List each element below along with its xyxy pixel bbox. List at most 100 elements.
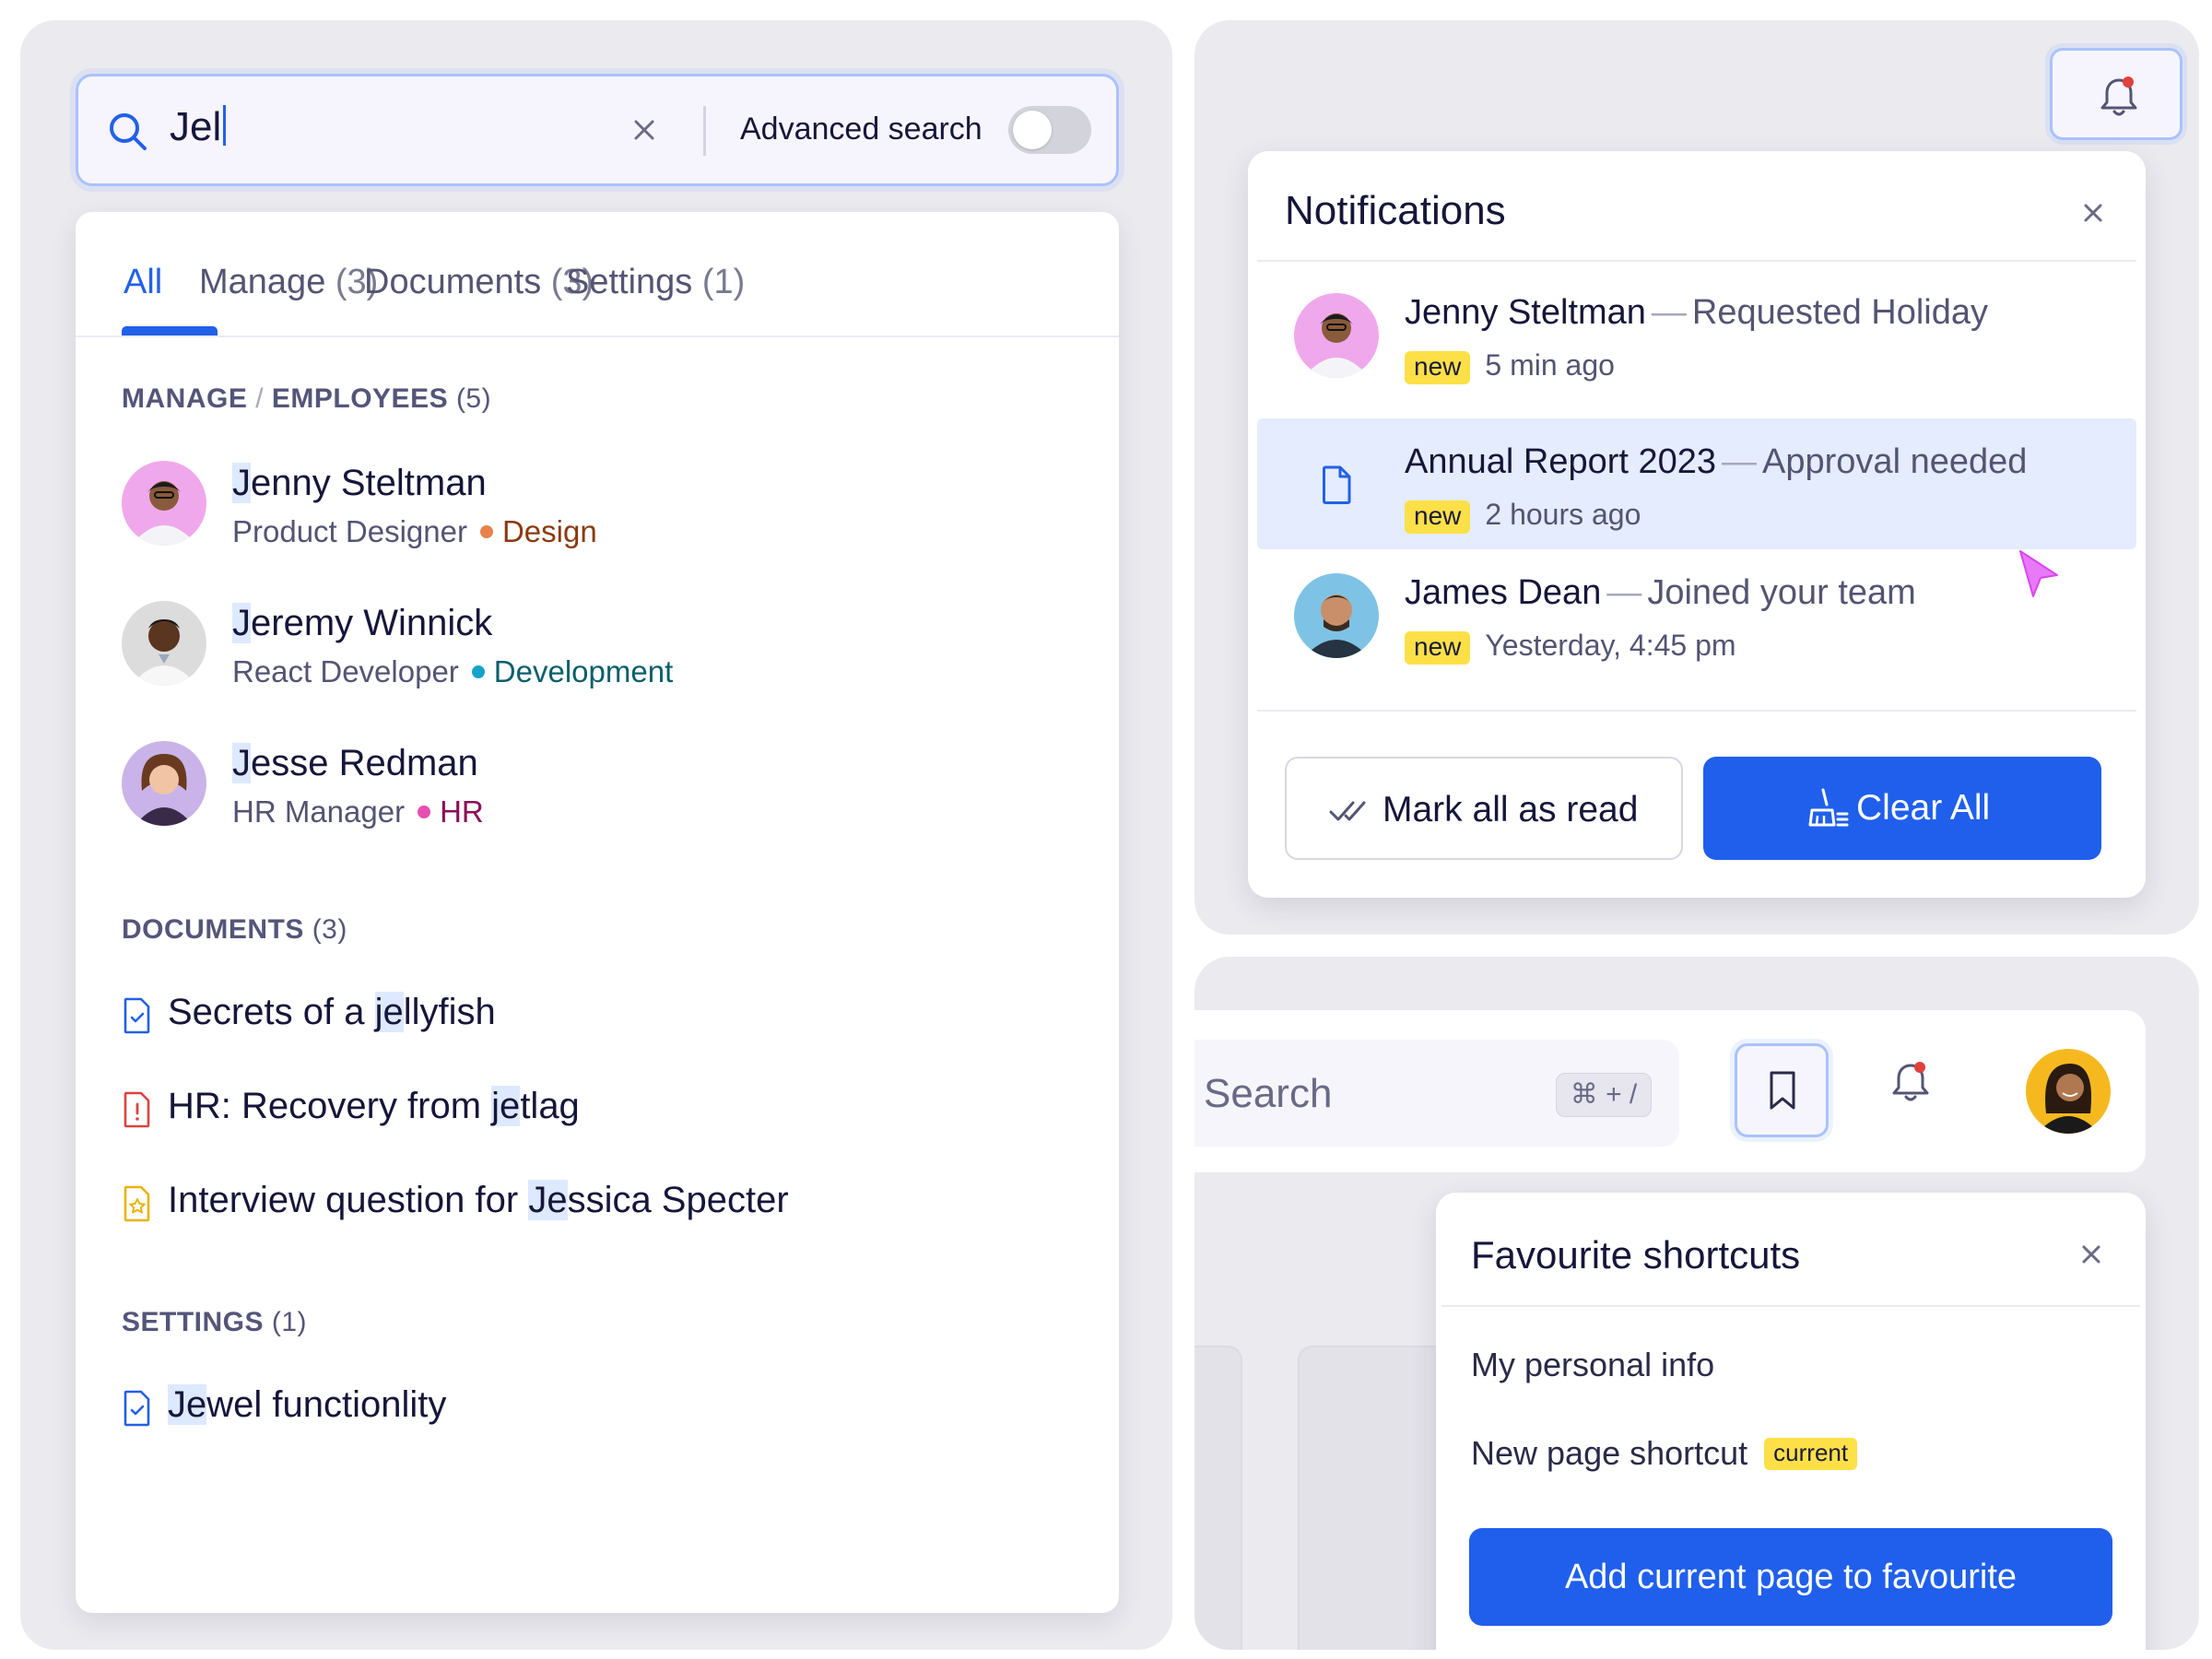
background-card	[1194, 1346, 1242, 1650]
tab-all[interactable]: All	[124, 263, 162, 302]
search-icon	[110, 113, 147, 150]
top-bar: Search ⌘ + /	[1194, 1010, 2146, 1172]
mark-all-read-button[interactable]: Mark all as read	[1285, 757, 1683, 860]
notifications-panel: Notifications Jenny Steltman — Requested H…	[1194, 20, 2199, 935]
clear-all-button[interactable]: Clear All	[1703, 757, 2101, 860]
employee-role: HR Manager HR	[232, 794, 484, 829]
employee-name: Jenny Steltman	[232, 463, 487, 503]
mouse-cursor-icon	[2019, 550, 2058, 597]
background-card	[1298, 1346, 1445, 1650]
new-badge: new	[1405, 351, 1471, 384]
search-placeholder: Search	[1204, 1071, 1333, 1116]
toggle-knob	[1013, 111, 1052, 149]
new-badge: new	[1405, 631, 1471, 665]
document-result[interactable]: HR: Recovery from jetlag	[124, 1086, 1045, 1141]
tab-manage[interactable]: Manage (3)	[199, 263, 378, 302]
search-input[interactable]: Jel	[170, 104, 227, 150]
employee-role: Product Designer Design	[232, 514, 597, 548]
document-name: Secrets of a jellyfish	[168, 992, 496, 1032]
doc-check-icon	[124, 997, 150, 1034]
employee-result[interactable]: Jesse Redman HR Manager HR	[122, 741, 951, 842]
avatar	[122, 601, 206, 686]
employee-result[interactable]: Jeremy Winnick React Developer Developmen…	[122, 601, 951, 702]
avatar	[1294, 293, 1379, 378]
favourites-button[interactable]	[1735, 1043, 1829, 1137]
settings-name: Jewel functionlity	[168, 1384, 447, 1425]
favourite-item[interactable]: New page shortcut current	[1471, 1434, 1858, 1473]
notification-title: Annual Report 2023— Approval needed	[1405, 442, 2028, 481]
favourite-shortcuts-dropdown: Favourite shortcuts My personal info New…	[1436, 1193, 2146, 1650]
broom-icon	[1808, 788, 1849, 827]
favourites-title: Favourite shortcuts	[1471, 1233, 1801, 1277]
advanced-search-toggle[interactable]	[1008, 106, 1091, 154]
button-label: Add current page to favourite	[1564, 1558, 2018, 1596]
doc-check-icon	[124, 1390, 150, 1427]
button-label: Mark all as read	[1382, 790, 1639, 830]
document-icon	[1323, 465, 1351, 504]
notification-time: Yesterday, 4:45 pm	[1485, 629, 1736, 662]
user-avatar[interactable]	[2026, 1049, 2111, 1134]
notification-item[interactable]: Jenny Steltman — Requested Holiday new 5 mi…	[1257, 269, 2136, 400]
employee-name: Jeremy Winnick	[232, 603, 493, 643]
close-icon[interactable]	[2079, 199, 2107, 227]
settings-result[interactable]: Jewel functionlity	[124, 1384, 1045, 1440]
notification-item[interactable]: James Dean — Joined your team new Yesterday…	[1257, 549, 2136, 680]
section-heading-documents: DOCUMENTS (3)	[122, 914, 347, 945]
add-to-favourite-button[interactable]: Add current page to favourite	[1469, 1528, 2112, 1626]
tab-settings[interactable]: Settings (1)	[566, 263, 745, 302]
bell-icon[interactable]	[1889, 1058, 1932, 1108]
results-tabs: All Manage (3) Documents (3) Settings (1…	[76, 212, 1119, 337]
notification-title: James Dean — Joined your team	[1405, 573, 1916, 612]
current-badge: current	[1764, 1438, 1858, 1470]
notification-title: Jenny Steltman — Requested Holiday	[1405, 293, 1989, 332]
keyboard-shortcut-hint: ⌘ + /	[1556, 1073, 1652, 1117]
tab-label: Documents	[364, 263, 542, 301]
search-divider	[703, 106, 706, 156]
employee-name: Jesse Redman	[232, 743, 478, 783]
divider	[1257, 710, 2136, 712]
avatar	[122, 461, 206, 546]
document-result[interactable]: Secrets of a jellyfish	[124, 992, 1045, 1047]
document-name: Interview question for Jessica Specter	[168, 1180, 789, 1220]
department-label: Development	[493, 654, 674, 688]
employee-role: React Developer Development	[232, 654, 674, 688]
department-dot	[479, 525, 493, 538]
favourite-item[interactable]: My personal info	[1471, 1346, 1714, 1384]
text-caret	[223, 105, 227, 146]
double-check-icon	[1329, 801, 1366, 821]
tab-documents[interactable]: Documents (3)	[364, 263, 594, 302]
document-result[interactable]: Interview question for Jessica Specter	[124, 1180, 1045, 1235]
search-panel: Jel Advanced search All Manage (3) Docum…	[20, 20, 1172, 1650]
doc-alert-icon	[124, 1091, 150, 1128]
notification-meta: new 5 min ago	[1405, 348, 1615, 384]
button-label: Clear All	[1856, 788, 1991, 828]
close-icon[interactable]	[2077, 1241, 2105, 1268]
section-heading-settings: SETTINGS (1)	[122, 1307, 308, 1337]
department-dot	[471, 665, 485, 678]
notification-time: 5 min ago	[1485, 348, 1615, 382]
tab-label: All	[124, 263, 163, 301]
notification-item[interactable]: Annual Report 2023— Approval needed new 2 …	[1257, 418, 2136, 549]
notification-time: 2 hours ago	[1485, 498, 1641, 531]
employee-result[interactable]: Jenny Steltman Product Designer Design	[122, 461, 951, 562]
divider	[1441, 1305, 2140, 1307]
search-bar[interactable]: Jel Advanced search	[76, 74, 1119, 186]
search-results-card: All Manage (3) Documents (3) Settings (1…	[76, 212, 1119, 1613]
section-heading-employees: MANAGE / EMPLOYEES (5)	[122, 383, 492, 414]
document-avatar	[1294, 442, 1379, 527]
department-label: Design	[501, 514, 597, 548]
notifications-dropdown: Notifications Jenny Steltman — Requested H…	[1248, 151, 2146, 898]
avatar	[1294, 573, 1379, 658]
tab-count: (1)	[701, 263, 746, 301]
advanced-search-label: Advanced search	[740, 112, 982, 147]
department-dot	[418, 806, 431, 818]
doc-star-icon	[124, 1185, 150, 1222]
clear-search-icon[interactable]	[628, 113, 661, 147]
document-name: HR: Recovery from jetlag	[168, 1086, 580, 1126]
notification-meta: new Yesterday, 4:45 pm	[1405, 629, 1736, 665]
department-label: HR	[440, 794, 484, 829]
notifications-button[interactable]	[2050, 48, 2183, 140]
global-search-input[interactable]: Search ⌘ + /	[1194, 1040, 1679, 1147]
avatar	[122, 741, 206, 826]
tab-label: Settings	[566, 263, 693, 301]
